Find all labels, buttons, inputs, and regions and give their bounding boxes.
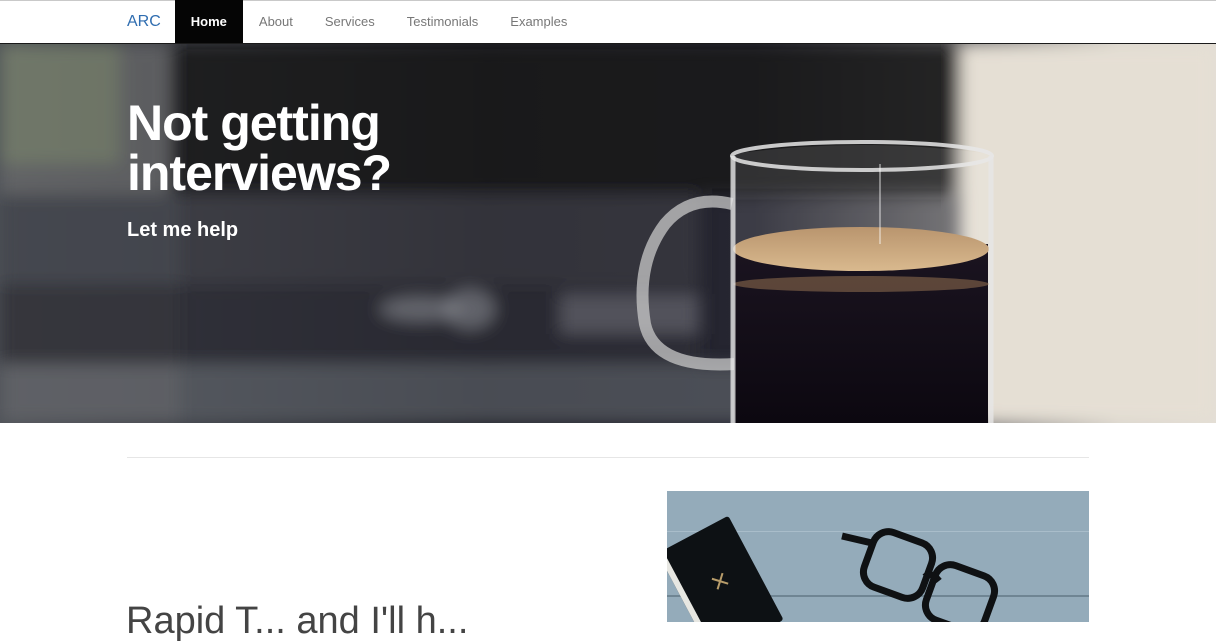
top-navbar: ARC Home About Services Testimonials Exa… <box>0 0 1216 44</box>
hero-banner: Not getting interviews? Let me help <box>0 44 1216 423</box>
nav-item-examples[interactable]: Examples <box>494 1 583 43</box>
nav-item-testimonials[interactable]: Testimonials <box>391 1 495 43</box>
nav-item-services[interactable]: Services <box>309 1 391 43</box>
nav-inner: ARC Home About Services Testimonials Exa… <box>127 0 583 43</box>
brand-logo-link[interactable]: ARC <box>127 1 161 43</box>
hero-title: Not getting interviews? <box>127 95 392 201</box>
notebook-glasses-photo <box>667 491 1089 622</box>
nav-item-about[interactable]: About <box>243 1 309 43</box>
hero-subtitle: Let me help <box>127 219 239 241</box>
nav-item-home[interactable]: Home <box>174 0 243 43</box>
section-divider <box>127 457 1089 458</box>
